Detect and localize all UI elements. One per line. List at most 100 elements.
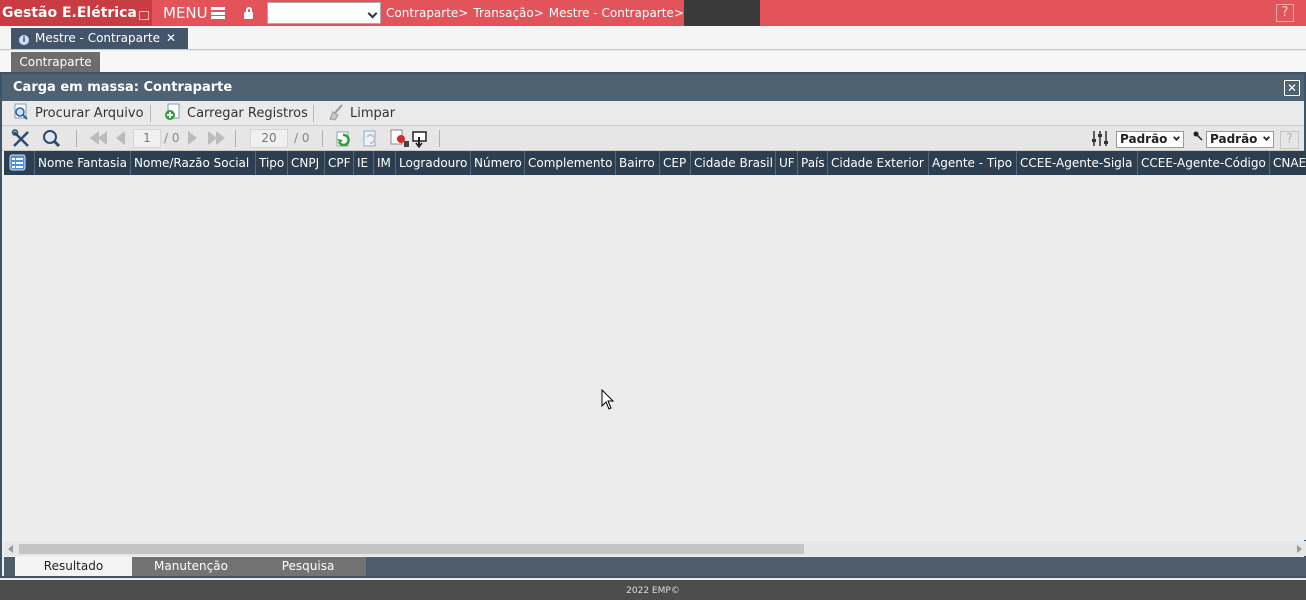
tab-pesquisa[interactable]: Pesquisa (250, 557, 366, 576)
scroll-left-icon[interactable] (8, 545, 13, 553)
action-toolbar: Procurar Arquivo Carregar Registros Limp… (2, 101, 1304, 126)
column-header[interactable]: Agente - Tipo (929, 151, 1017, 175)
browse-file-label: Procurar Arquivo (35, 106, 144, 121)
scroll-right-icon[interactable] (1297, 545, 1302, 553)
hamburger-icon (210, 7, 225, 19)
first-page-icon-part (98, 131, 107, 145)
grid-header: Nome Fantasia Nome/Razão Social Tipo CNP… (4, 151, 1306, 175)
footer: 2022 EMP© (0, 580, 1306, 600)
module-select[interactable] (267, 2, 381, 24)
column-header[interactable]: Nome Fantasia (35, 151, 131, 175)
zoom-icon[interactable] (41, 129, 62, 148)
user-area (684, 0, 760, 26)
column-header[interactable]: Cidade Brasil (691, 151, 776, 175)
toolbar-divider (150, 105, 151, 122)
lock-icon[interactable] (241, 0, 265, 26)
page-size-input[interactable]: 20 (250, 129, 288, 148)
column-header[interactable]: Tipo (256, 151, 288, 175)
tools-icon[interactable] (11, 129, 32, 148)
open-tabs-bar: i Mestre - Contraparte ✕ (0, 26, 1306, 50)
column-header[interactable]: CNAE (1270, 151, 1306, 175)
breadcrumb-item[interactable]: Transação> (473, 6, 543, 20)
column-header[interactable]: IE (354, 151, 374, 175)
reload-icon[interactable] (361, 129, 379, 148)
clear-button[interactable]: Limpar (327, 101, 395, 126)
horizontal-scrollbar[interactable] (4, 541, 1306, 556)
column-header[interactable]: Número (471, 151, 525, 175)
toolbar-divider (235, 130, 236, 147)
filter-select[interactable]: Padrão (1206, 131, 1274, 148)
column-header[interactable]: CEP (660, 151, 691, 175)
column-header[interactable]: CPF (325, 151, 354, 175)
window-title: Carga em massa: Contraparte (13, 80, 233, 95)
tab-resultado[interactable]: Resultado (15, 557, 132, 576)
page-number-input[interactable]: 1 (133, 129, 161, 148)
filter-key-icon (1192, 129, 1204, 148)
load-records-button[interactable]: Carregar Registros (164, 101, 308, 126)
column-settings-icon[interactable] (1090, 129, 1110, 148)
column-header[interactable]: País (798, 151, 828, 175)
export-icon[interactable] (389, 129, 411, 148)
prev-page-icon[interactable] (116, 131, 125, 145)
copyright-text: 2022 EMP© (626, 586, 680, 596)
window-icon (138, 11, 149, 20)
bottom-tabs: Resultado Manutenção Pesquisa (4, 557, 1306, 576)
column-header[interactable]: IM (374, 151, 396, 175)
next-page-icon[interactable] (188, 131, 197, 145)
column-header[interactable]: CCEE-Agente-Código (1138, 151, 1270, 175)
breadcrumb-item[interactable]: Contraparte> (386, 6, 468, 20)
menu-label: MENU (163, 4, 208, 22)
add-document-icon (164, 103, 182, 121)
column-header[interactable]: Logradouro (396, 151, 471, 175)
column-header[interactable]: UF (776, 151, 798, 175)
app-brand[interactable]: Gestão E.Elétrica (0, 0, 152, 26)
mouse-cursor-icon (601, 388, 615, 414)
search-file-icon (12, 103, 30, 121)
tab-label: Mestre - Contraparte (35, 31, 161, 45)
column-header[interactable]: Cidade Exterior (828, 151, 929, 175)
toolbar-divider (439, 130, 440, 147)
broom-icon (327, 103, 345, 121)
top-bar: Gestão E.Elétrica MENU Contraparte> Trans… (0, 0, 1306, 26)
app-brand-label: Gestão E.Elétrica (2, 5, 137, 21)
breadcrumb-item[interactable]: Mestre - Contraparte> (549, 6, 684, 20)
layout-select[interactable]: Padrão (1116, 131, 1184, 148)
print-icon[interactable] (411, 129, 429, 149)
menu-button[interactable]: MENU (156, 0, 236, 26)
page-total: / 0 (164, 131, 180, 145)
window-title-bar: Carga em massa: Contraparte ✕ (2, 74, 1304, 101)
breadcrumb: Contraparte> Transação> Mestre - Contrapar… (386, 0, 689, 26)
chevron-down-icon (1262, 133, 1271, 142)
info-icon: i (19, 35, 29, 45)
chevron-down-icon (367, 8, 378, 19)
chevron-down-icon (1172, 133, 1181, 142)
grid-help-button[interactable]: ? (1280, 131, 1299, 149)
last-page-icon-part (216, 131, 225, 145)
column-header[interactable]: Nome/Razão Social (131, 151, 256, 175)
filter-select-value: Padrão (1210, 132, 1258, 146)
help-button[interactable]: ? (1276, 4, 1294, 22)
tab-manutencao[interactable]: Manutenção (132, 557, 250, 576)
bulk-load-window: Carga em massa: Contraparte ✕ Procurar A… (0, 72, 1306, 578)
layout-select-value: Padrão (1120, 132, 1168, 146)
column-header[interactable]: Complemento (525, 151, 616, 175)
subtab-bar: Contraparte (0, 51, 1306, 72)
clear-label: Limpar (350, 106, 396, 121)
scrollbar-thumb[interactable] (19, 544, 804, 554)
column-header[interactable]: Bairro (616, 151, 660, 175)
close-tab-icon[interactable]: ✕ (166, 31, 176, 45)
toolbar-divider (313, 105, 314, 122)
toolbar-divider (76, 130, 77, 147)
refresh-icon[interactable] (335, 129, 353, 148)
tab-mestre-contraparte[interactable]: i Mestre - Contraparte ✕ (11, 28, 188, 49)
grid-toolbar: 1 / 0 20 / 0 Padrão Padrão ? (2, 126, 1304, 151)
close-window-button[interactable]: ✕ (1284, 80, 1300, 96)
page-size-total: / 0 (294, 131, 310, 145)
tab-contraparte[interactable]: Contraparte (11, 52, 100, 72)
column-header[interactable]: CNPJ (288, 151, 325, 175)
load-records-label: Carregar Registros (187, 106, 308, 121)
column-header[interactable]: CCEE-Agente-Sigla (1017, 151, 1138, 175)
browse-file-button[interactable]: Procurar Arquivo (12, 101, 144, 126)
grid-body[interactable] (4, 175, 1306, 540)
select-columns-icon[interactable] (4, 151, 35, 175)
